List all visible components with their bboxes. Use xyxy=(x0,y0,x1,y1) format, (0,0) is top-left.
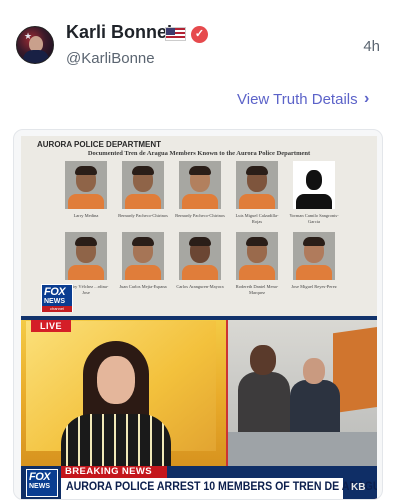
news-broadcast-frame: LIVE BREAKING NEWS AURORA POLICE ARREST … xyxy=(21,316,377,499)
video-thumbnail[interactable]: AURORA POLICE DEPARTMENT Documented Tren… xyxy=(21,136,377,499)
mugshot-name: Rodereth Daniel Mena-Marquez xyxy=(235,284,279,295)
media-card[interactable]: AURORA POLICE DEPARTMENT Documented Tren… xyxy=(13,129,383,500)
post-timestamp[interactable]: 4h xyxy=(363,38,380,55)
mugshot-name: Bernardy Pacheco-Chirinos xyxy=(118,213,168,218)
verified-badge-icon: ✓ xyxy=(191,26,208,43)
mugshot-name: Juan Carlos Mejia-Espana xyxy=(119,284,167,289)
inset-video-panel xyxy=(228,320,377,466)
author-display-name[interactable]: Karli Bonne’ xyxy=(66,22,172,43)
breaking-news-label: BREAKING NEWS xyxy=(61,466,167,478)
poster-title: AURORA POLICE DEPARTMENT xyxy=(37,140,161,149)
mugshot xyxy=(179,161,221,209)
mugshot xyxy=(122,161,164,209)
author-handle[interactable]: @KarliBonne xyxy=(66,50,155,67)
mugshot xyxy=(122,232,164,280)
silhouette-placeholder xyxy=(293,161,335,209)
news-headline: AURORA POLICE ARREST 10 MEMBERS OF TREN … xyxy=(66,481,377,493)
corner-tag: KB xyxy=(351,482,366,493)
mugshot xyxy=(293,232,335,280)
truth-post: ★ Karli Bonne’ ✓ @KarliBonne 4h View Tru… xyxy=(0,0,397,500)
mugshot-name: Bernardy Pacheco-Chirinos xyxy=(175,213,225,218)
view-truth-details-link[interactable]: View Truth Details xyxy=(237,91,358,108)
chevron-right-icon[interactable]: › xyxy=(364,90,369,108)
mugshot-name: Larry Medina xyxy=(73,213,99,218)
mugshot xyxy=(179,232,221,280)
mugshot xyxy=(236,232,278,280)
mugshot-name: Luis Miguel Calzadilla-Rojas xyxy=(235,213,279,224)
mugshot xyxy=(65,232,107,280)
mugshot xyxy=(236,161,278,209)
mugshot xyxy=(65,161,107,209)
mugshot-name: Carlos Aranguren-Mayora xyxy=(176,284,224,289)
mugshot-name: Yorman Camilo Sangronis-Garcia xyxy=(289,213,339,224)
author-avatar[interactable]: ★ xyxy=(16,26,54,64)
us-flag-icon xyxy=(165,27,186,41)
mugshot-poster: AURORA POLICE DEPARTMENT Documented Tren… xyxy=(21,136,377,316)
fox-news-logo: FOX NEWS xyxy=(26,469,58,497)
fox-news-logo: FOX NEWS channel xyxy=(41,284,73,312)
poster-subtitle: Documented Tren de Aragua Members Known … xyxy=(87,150,311,157)
mugshot-name: Jose Miguel Reyes-Perez xyxy=(291,284,337,289)
live-badge: LIVE xyxy=(31,320,71,332)
